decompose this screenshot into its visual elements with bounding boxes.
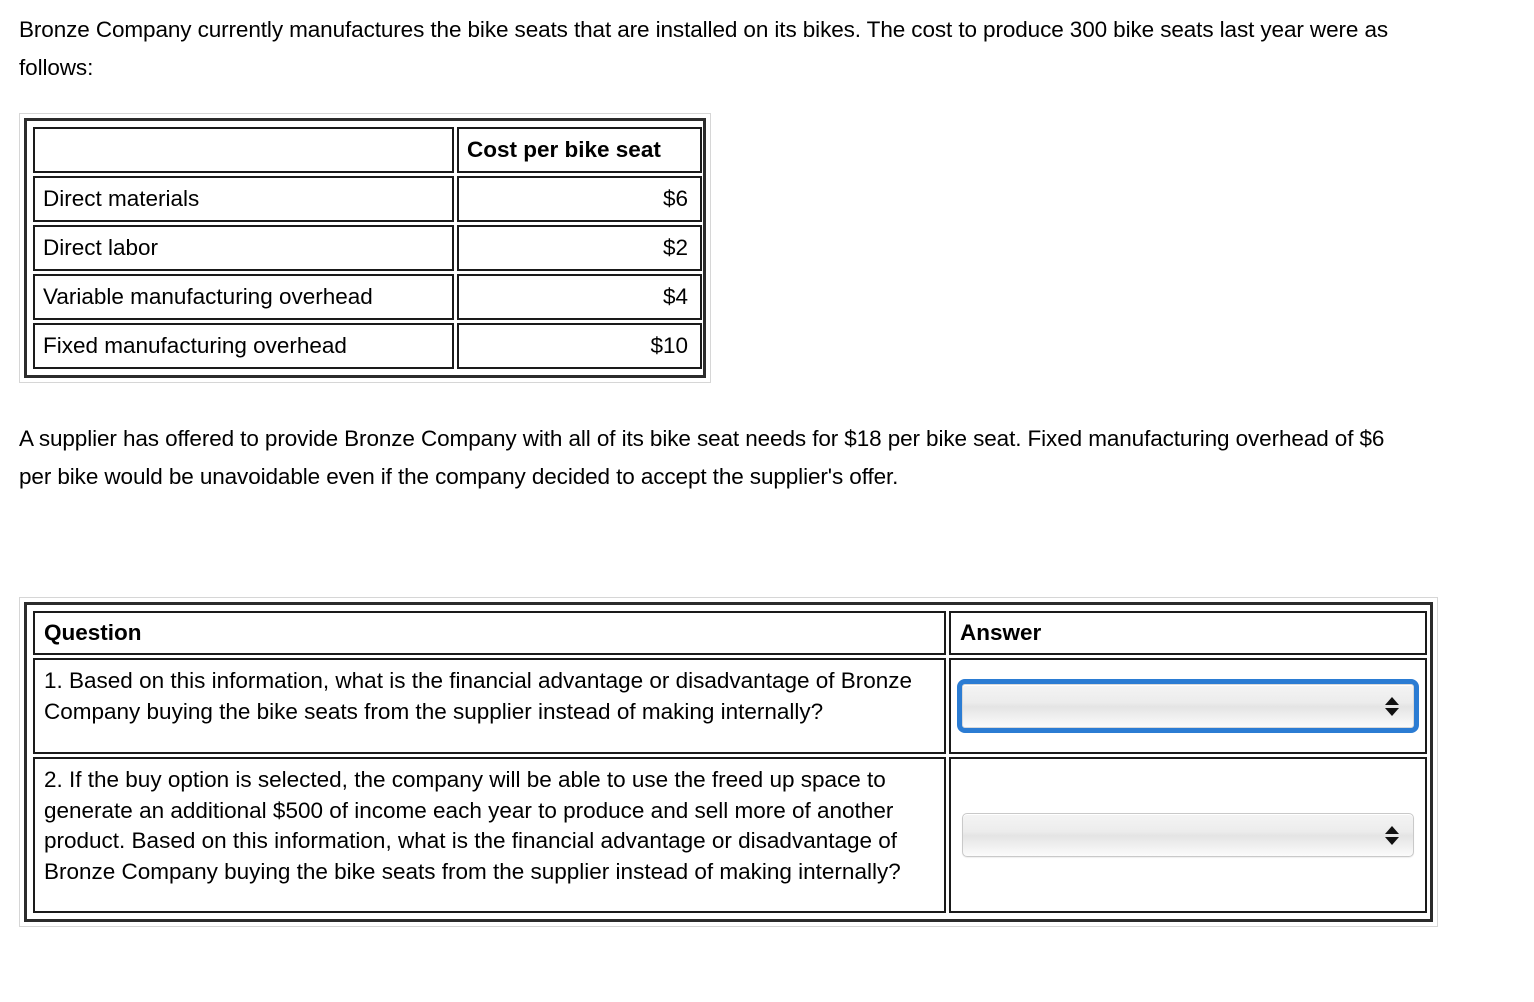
chevron-up-icon[interactable] <box>1385 825 1399 834</box>
cost-per-bike-seat-table: Cost per bike seat Direct materials $6 D… <box>30 124 705 372</box>
cost-row-value-direct-labor: $2 <box>457 225 702 271</box>
table-row: Fixed manufacturing overhead $10 <box>33 323 702 369</box>
table-row: 2. If the buy option is selected, the co… <box>33 757 1427 913</box>
worksheet-page: Bronze Company currently manufactures th… <box>0 0 1534 1002</box>
cost-row-label-direct-labor: Direct labor <box>33 225 454 271</box>
table-row: 1. Based on this information, what is th… <box>33 658 1427 754</box>
qa-header-question: Question <box>33 611 946 655</box>
table-header-row: Cost per bike seat <box>33 127 702 173</box>
intro-paragraph: Bronze Company currently manufactures th… <box>19 17 1389 80</box>
answer-2-stepper-arrows[interactable] <box>1375 825 1413 845</box>
question-answer-table-frame: Question Answer 1. Based on this informa… <box>19 597 1438 927</box>
answer-2-dropdown[interactable] <box>962 813 1414 857</box>
cost-row-label-variable-manufacturing-overhead: Variable manufacturing overhead <box>33 274 454 320</box>
cost-row-label-direct-materials: Direct materials <box>33 176 454 222</box>
question-answer-table: Question Answer 1. Based on this informa… <box>30 608 1430 916</box>
chevron-down-icon[interactable] <box>1385 707 1399 716</box>
cost-row-value-variable-manufacturing-overhead: $4 <box>457 274 702 320</box>
table-row: Direct materials $6 <box>33 176 702 222</box>
cost-table-frame: Cost per bike seat Direct materials $6 D… <box>19 113 711 383</box>
cost-row-label-fixed-manufacturing-overhead: Fixed manufacturing overhead <box>33 323 454 369</box>
supplier-offer-paragraph: A supplier has offered to provide Bronze… <box>19 426 1385 489</box>
cost-table-blank-header <box>33 127 454 173</box>
answer-1-select-wrapper <box>957 666 1419 746</box>
answer-2-select-wrapper <box>960 765 1416 905</box>
question-1-text: 1. Based on this information, what is th… <box>33 658 946 754</box>
cost-row-value-direct-materials: $6 <box>457 176 702 222</box>
chevron-up-icon[interactable] <box>1385 696 1399 705</box>
answer-1-dropdown[interactable] <box>957 679 1419 733</box>
cost-table-inner-frame: Cost per bike seat Direct materials $6 D… <box>24 118 706 378</box>
chevron-down-icon[interactable] <box>1385 836 1399 845</box>
answer-1-stepper-arrows[interactable] <box>1375 696 1413 716</box>
question-2-text: 2. If the buy option is selected, the co… <box>33 757 946 913</box>
table-header-row: Question Answer <box>33 611 1427 655</box>
answer-2-cell <box>949 757 1427 913</box>
cost-table-header-cost-per-bike-seat: Cost per bike seat <box>457 127 702 173</box>
qa-header-answer: Answer <box>949 611 1427 655</box>
question-answer-inner-frame: Question Answer 1. Based on this informa… <box>24 602 1433 922</box>
table-row: Direct labor $2 <box>33 225 702 271</box>
answer-1-cell <box>949 658 1427 754</box>
table-row: Variable manufacturing overhead $4 <box>33 274 702 320</box>
cost-row-value-fixed-manufacturing-overhead: $10 <box>457 323 702 369</box>
